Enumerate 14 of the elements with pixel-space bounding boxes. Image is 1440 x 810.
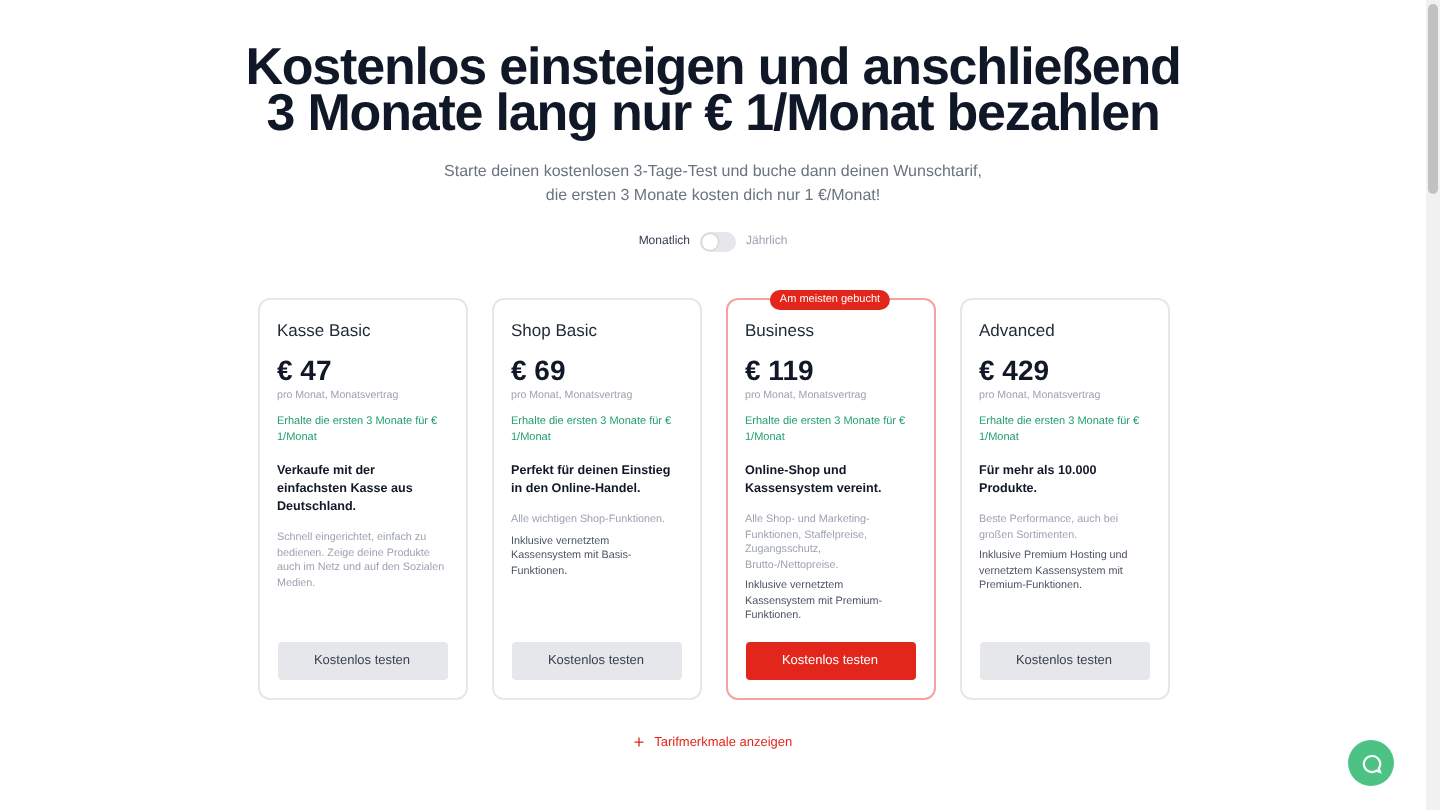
scrollbar[interactable] bbox=[1426, 0, 1440, 810]
page-subtitle: Starte deinen kostenlosen 3-Tage-Test und buche dann deinen Wunschtarif, die ersten 3 Monate kosten dich nur 1 €/Monat! bbox=[443, 160, 983, 208]
plan-name: Kasse Basic bbox=[277, 320, 373, 340]
plan-price: € 429 bbox=[979, 354, 1052, 386]
chat-button[interactable] bbox=[1348, 740, 1394, 786]
plan-name: Shop Basic bbox=[511, 320, 599, 340]
page-heading: Kostenlos einsteigen und anschließend 3 Monate lang nur € 1/Monat bezahlen bbox=[245, 44, 1181, 136]
plan-name: Business bbox=[745, 320, 816, 340]
billing-toggle[interactable] bbox=[700, 232, 736, 252]
plan-price: € 119 bbox=[745, 354, 816, 386]
plan-price: € 69 bbox=[511, 354, 568, 386]
plan-name: Advanced bbox=[979, 320, 1057, 340]
chat-icon bbox=[1361, 753, 1381, 773]
plan-price: € 47 bbox=[277, 354, 334, 386]
